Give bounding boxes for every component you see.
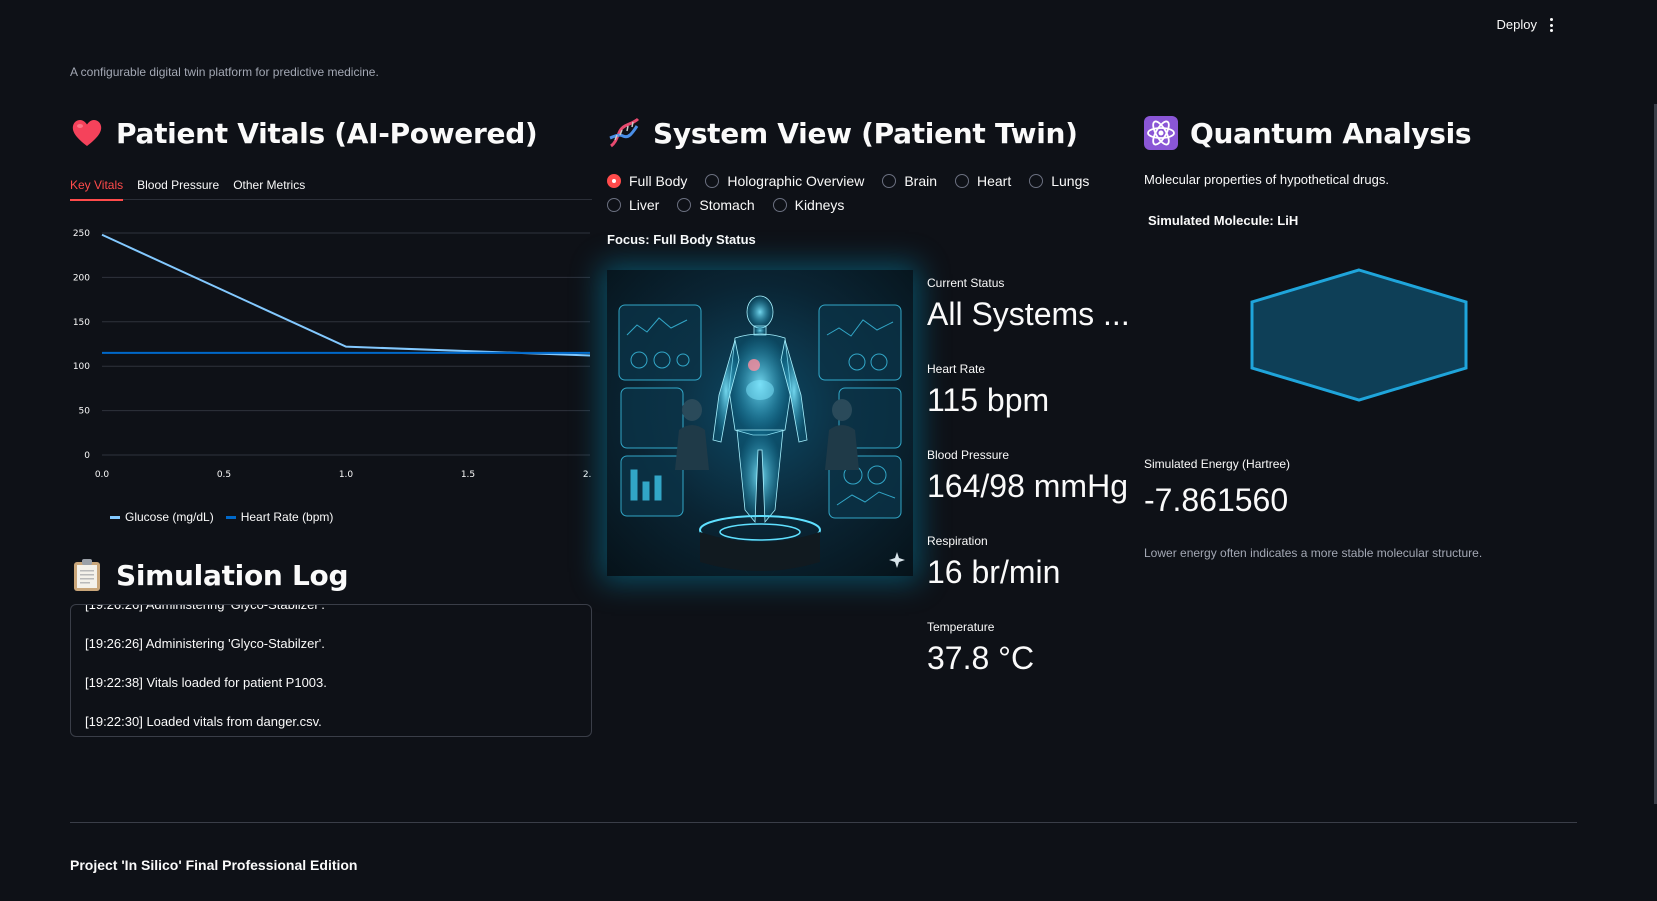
y-tick-label: 50 bbox=[79, 407, 91, 417]
radio-brain[interactable]: Brain bbox=[882, 172, 937, 190]
footer-text: Project 'In Silico' Final Professional E… bbox=[70, 857, 358, 873]
tab-blood-pressure[interactable]: Blood Pressure bbox=[137, 172, 219, 200]
energy-label: Simulated Energy (Hartree) bbox=[1144, 457, 1291, 471]
holographic-body-image bbox=[607, 270, 913, 576]
heart-icon bbox=[70, 116, 104, 150]
vitals-title: Patient Vitals (AI-Powered) bbox=[116, 116, 538, 150]
energy-note: Lower energy often indicates a more stab… bbox=[1144, 546, 1483, 560]
main-menu-icon[interactable] bbox=[1545, 16, 1557, 34]
x-tick-label: 1.0 bbox=[339, 470, 354, 480]
quantum-description: Molecular properties of hypothetical dru… bbox=[1144, 172, 1389, 187]
radio-liver[interactable]: Liver bbox=[607, 196, 659, 214]
hologram-figure bbox=[712, 295, 808, 524]
metric-blood-pressure: Blood Pressure 164/98 mmHg bbox=[927, 448, 1128, 504]
system-title: System View (Patient Twin) bbox=[653, 116, 1078, 150]
x-tick-label: 0.0 bbox=[95, 470, 110, 480]
vitals-heading: Patient Vitals (AI-Powered) bbox=[70, 110, 592, 156]
radio-stomach[interactable]: Stomach bbox=[677, 196, 755, 214]
log-entry: [19:22:30] Loaded vitals from danger.csv… bbox=[85, 714, 322, 729]
metric-temperature: Temperature 37.8 °C bbox=[927, 620, 1035, 676]
series-line-glucose bbox=[101, 233, 591, 357]
y-tick-label: 0 bbox=[84, 451, 90, 461]
top-toolbar: Deploy bbox=[0, 0, 1657, 52]
legend-item-glucose[interactable]: Glucose (mg/dL) bbox=[110, 510, 214, 524]
quantum-column: Quantum Analysis Molecular properties of… bbox=[1144, 110, 1584, 560]
system-heading: System View (Patient Twin) bbox=[607, 110, 1129, 156]
log-heading: Simulation Log bbox=[70, 552, 348, 598]
simulation-log[interactable]: [19:26:26] Administering 'Glyco-Stabilze… bbox=[70, 604, 592, 737]
radio-lungs[interactable]: Lungs bbox=[1029, 172, 1089, 190]
dna-icon bbox=[607, 116, 641, 150]
y-tick-label: 150 bbox=[73, 318, 90, 328]
quantum-title: Quantum Analysis bbox=[1190, 116, 1472, 150]
y-tick-label: 200 bbox=[73, 273, 90, 283]
radio-holographic-overview[interactable]: Holographic Overview bbox=[705, 172, 864, 190]
log-entry: [19:22:38] Vitals loaded for patient P10… bbox=[85, 675, 327, 690]
footer-divider bbox=[70, 822, 1577, 823]
x-tick-label: 0.5 bbox=[217, 470, 231, 480]
right-data-panel bbox=[818, 304, 902, 519]
molecule-label: Simulated Molecule: LiH bbox=[1148, 213, 1299, 228]
organ-radio-group: Full Body Holographic Overview Brain Hea… bbox=[607, 172, 1129, 214]
system-column: System View (Patient Twin) Full Body Hol… bbox=[607, 110, 1130, 676]
y-tick-label: 100 bbox=[73, 362, 90, 372]
legend-item-heart-rate[interactable]: Heart Rate (bpm) bbox=[225, 510, 333, 524]
log-entry: [19:26:26] Administering 'Glyco-Stabilze… bbox=[85, 604, 325, 612]
app-subtitle: A configurable digital twin platform for… bbox=[70, 65, 379, 79]
atom-icon bbox=[1144, 116, 1178, 150]
metric-current-status: Current Status All Systems ... bbox=[927, 276, 1130, 332]
radio-heart[interactable]: Heart bbox=[955, 172, 1011, 190]
metric-heart-rate: Heart Rate 115 bpm bbox=[927, 362, 1050, 418]
focus-label: Focus: Full Body Status bbox=[607, 232, 756, 247]
molecule-hexagon bbox=[1244, 260, 1474, 410]
sparkle-icon bbox=[889, 552, 905, 568]
log-entry: [19:26:26] Administering 'Glyco-Stabilze… bbox=[85, 636, 325, 651]
x-tick-label: 1.5 bbox=[461, 470, 475, 480]
vitals-column: Patient Vitals (AI-Powered) Key Vitals B… bbox=[70, 110, 592, 737]
vitals-metrics: Current Status All Systems ... Heart Rat… bbox=[927, 276, 1132, 706]
y-tick-label: 250 bbox=[73, 229, 90, 239]
radio-full-body[interactable]: Full Body bbox=[607, 172, 687, 190]
x-tick-label: 2.0 bbox=[583, 470, 592, 480]
log-title: Simulation Log bbox=[116, 558, 349, 592]
chart-legend: Glucose (mg/dL) Heart Rate (bpm) bbox=[110, 510, 333, 524]
metric-respiration: Respiration 16 br/min bbox=[927, 534, 1061, 590]
energy-value: -7.861560 bbox=[1144, 482, 1289, 518]
tab-other-metrics[interactable]: Other Metrics bbox=[233, 172, 305, 200]
clipboard-icon bbox=[70, 558, 104, 592]
quantum-heading: Quantum Analysis bbox=[1144, 110, 1584, 156]
deploy-button[interactable]: Deploy bbox=[1497, 17, 1537, 32]
radio-kidneys[interactable]: Kidneys bbox=[772, 196, 844, 214]
vitals-line-chart: 0 50 100 150 200 250 0.0 0.5 1.0 1.5 2.0 bbox=[73, 229, 592, 480]
tab-key-vitals[interactable]: Key Vitals bbox=[70, 172, 124, 201]
vitals-tabs: Key Vitals Blood Pressure Other Metrics bbox=[70, 172, 592, 201]
